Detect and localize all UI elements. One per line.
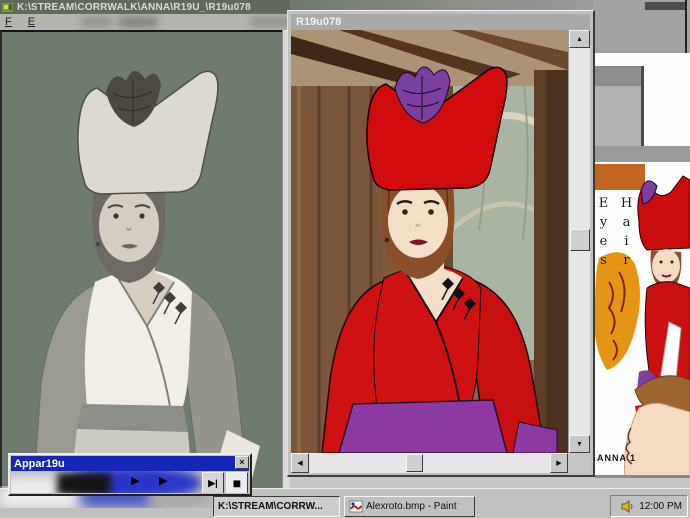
stop-icon: ■: [233, 475, 241, 491]
window-title: R19u078: [296, 16, 341, 28]
app-icon: [2, 2, 14, 13]
taskbar-button-label: Alexroto.bmp - Paint: [366, 501, 457, 512]
taskbar-button-paint[interactable]: Alexroto.bmp - Paint: [344, 496, 475, 517]
left-arrow-icon: ◀: [297, 460, 302, 467]
background-panel-body: [595, 86, 641, 146]
background-panel-header: [595, 66, 641, 86]
background-window-bar: [593, 146, 690, 162]
paint-icon: [349, 500, 363, 513]
blurred-content: [11, 477, 67, 493]
background-window-edge: [645, 2, 687, 10]
right-arrow-icon: ▶: [556, 460, 561, 467]
appar-content: ▶ ▶ ▶| ■: [11, 471, 249, 493]
next-icon: ▶|: [208, 478, 217, 489]
menu-blurred-item: [250, 17, 292, 27]
vertical-scrollbar[interactable]: ▲ ▼: [568, 30, 590, 453]
title-bar[interactable]: R19u078: [291, 14, 590, 30]
next-button[interactable]: ▶|: [202, 472, 224, 493]
close-button[interactable]: ×: [235, 456, 249, 469]
play-button[interactable]: ▶: [159, 476, 167, 487]
menu-blurred-item: [80, 17, 112, 27]
taskbar-button-label: K:\STREAM\CORRW...: [218, 501, 323, 512]
scroll-down-button[interactable]: ▼: [569, 435, 590, 453]
taskbar-button-stream[interactable]: K:\STREAM\CORRW...: [213, 496, 340, 517]
scrollbar-corner: [568, 453, 590, 473]
play-button[interactable]: ▶: [131, 476, 139, 487]
window-r19u078: R19u078: [287, 10, 595, 477]
window-title: K:\STREAM\CORRWALK\ANNA\R19U_\R19u078: [17, 2, 251, 13]
reference-label-hair: Hair: [620, 196, 633, 272]
horizontal-scrollbar[interactable]: ◀ ▶: [291, 453, 568, 473]
menu-item-file[interactable]: F: [5, 16, 12, 28]
down-arrow-icon: ▼: [576, 441, 583, 448]
menu-bar: F E: [0, 14, 290, 30]
window-title: Appar19u: [11, 458, 65, 470]
horizontal-scrollbar-thumb[interactable]: [406, 454, 423, 472]
system-tray: 12:00 PM: [610, 495, 688, 517]
scroll-left-button[interactable]: ◀: [291, 453, 309, 473]
blurred-content: [57, 473, 111, 493]
speaker-icon[interactable]: [621, 500, 634, 513]
tray-clock[interactable]: 12:00 PM: [639, 501, 682, 512]
background-panel-divider: [641, 66, 644, 146]
window-appar19u: Appar19u × ▶ ▶ ▶| ■: [8, 453, 252, 496]
reference-caption: ANNA 1: [597, 453, 636, 463]
background-window-top-right: [593, 0, 690, 53]
menu-blurred-item: [118, 17, 158, 27]
close-icon: ×: [239, 458, 244, 467]
reference-label-eyes: Eyes: [597, 196, 610, 272]
title-bar[interactable]: K:\STREAM\CORRWALK\ANNA\R19U_\R19u078: [0, 0, 290, 14]
scroll-up-button[interactable]: ▲: [569, 30, 590, 48]
stop-button[interactable]: ■: [226, 472, 248, 493]
color-image-canvas[interactable]: [291, 30, 568, 453]
desktop: Eyes Hair ANNA 1 K:\STREAM\CORRWALK\ANNA…: [0, 0, 690, 518]
color-photo: [291, 30, 568, 453]
scroll-right-button[interactable]: ▶: [550, 453, 568, 473]
vertical-scrollbar-thumb[interactable]: [570, 229, 590, 251]
window-corrwalk: K:\STREAM\CORRWALK\ANNA\R19U_\R19u078 F …: [0, 0, 290, 497]
menu-item-edit[interactable]: E: [28, 16, 35, 28]
bw-photo-area: [0, 30, 282, 497]
background-strip: [287, 0, 593, 10]
reference-sheet-window: Eyes Hair ANNA 1: [595, 162, 690, 478]
background-panel: [593, 53, 690, 146]
bw-photo: [2, 32, 282, 497]
up-arrow-icon: ▲: [576, 36, 583, 43]
title-bar[interactable]: Appar19u: [11, 456, 249, 471]
